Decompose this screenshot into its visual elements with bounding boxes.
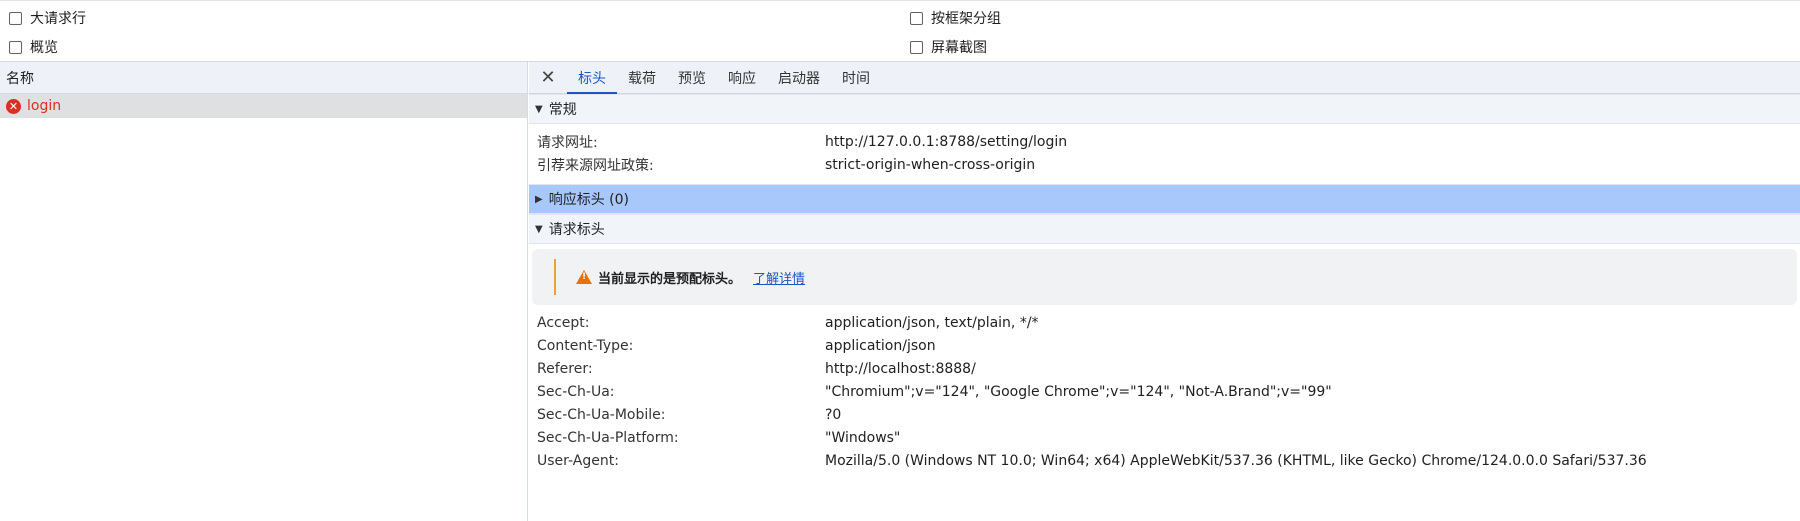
response-headers-title: 响应标头 (0) <box>548 192 629 208</box>
tab-payload[interactable]: 载荷 <box>617 62 667 93</box>
warning-text: 当前显示的是预配标头。 <box>598 271 742 287</box>
request-header-rows: Accept: application/json, text/plain, */… <box>529 311 1800 472</box>
header-key: User-Agent: <box>537 452 619 469</box>
tab-initiator[interactable]: 启动器 <box>767 62 831 93</box>
header-key: 引荐来源网址政策: <box>537 157 654 174</box>
triangle-right-icon: ▶ <box>535 193 543 205</box>
header-key: Sec-Ch-Ua-Platform: <box>537 429 679 446</box>
tab-preview[interactable]: 预览 <box>667 62 717 93</box>
request-headers-title: 请求标头 <box>548 222 605 238</box>
request-headers-section-header[interactable]: ▼ 请求标头 <box>529 214 1800 244</box>
header-value: "Windows" <box>825 429 901 446</box>
tab-headers[interactable]: 标头 <box>567 62 617 94</box>
group-by-frame-option[interactable]: 按框架分组 <box>910 8 1001 28</box>
header-key: Sec-Ch-Ua: <box>537 383 615 400</box>
header-key: 请求网址: <box>537 134 598 151</box>
triangle-down-icon: ▼ <box>535 223 543 235</box>
header-key: Referer: <box>537 360 593 377</box>
tab-payload-label: 载荷 <box>628 70 656 87</box>
overview-option[interactable]: 概览 <box>9 37 58 57</box>
general-row: 引荐来源网址政策: strict-origin-when-cross-origi… <box>529 153 1800 176</box>
warning-icon <box>576 270 592 284</box>
name-column-header[interactable]: 名称 <box>0 62 527 94</box>
request-headers-body: 当前显示的是预配标头。 了解详情 Accept: application/jso… <box>529 249 1800 472</box>
request-name: login <box>27 98 62 114</box>
header-value: application/json, text/plain, */* <box>825 314 1039 331</box>
general-section-body: 请求网址: http://127.0.0.1:8788/setting/logi… <box>529 124 1800 184</box>
provisional-headers-warning: 当前显示的是预配标头。 了解详情 <box>532 249 1797 305</box>
header-value: http://127.0.0.1:8788/setting/login <box>825 133 1068 150</box>
header-value: application/json <box>825 337 936 354</box>
request-header-row: Referer: http://localhost:8888/ <box>529 357 1800 380</box>
tab-preview-label: 预览 <box>678 70 706 87</box>
response-headers-section-header[interactable]: ▶ 响应标头 (0) <box>529 184 1800 214</box>
screenshots-option[interactable]: 屏幕截图 <box>910 37 987 57</box>
request-header-row: Sec-Ch-Ua-Mobile: ?0 <box>529 403 1800 426</box>
general-section-title: 常规 <box>548 102 577 118</box>
learn-more-link[interactable]: 了解详情 <box>753 268 805 287</box>
close-icon[interactable]: ✕ <box>529 62 567 93</box>
name-column-label: 名称 <box>6 70 34 87</box>
request-details-panel: ✕ 标头 载荷 预览 响应 启动器 时间 ▼ 常规 请求网址: http://1… <box>529 62 1800 521</box>
request-list-panel: 名称 ✕ login <box>0 62 528 521</box>
warning-accent-bar <box>554 259 556 295</box>
request-header-row: Accept: application/json, text/plain, */… <box>529 311 1800 334</box>
group-by-frame-label: 按框架分组 <box>931 11 1001 27</box>
request-header-row: Content-Type: application/json <box>529 334 1800 357</box>
header-value: "Chromium";v="124", "Google Chrome";v="1… <box>825 383 1332 400</box>
big-request-rows-option[interactable]: 大请求行 <box>9 8 86 28</box>
tab-timing-label: 时间 <box>842 70 870 87</box>
triangle-down-icon: ▼ <box>535 103 543 115</box>
request-row-login[interactable]: ✕ login <box>0 94 527 118</box>
header-key: Sec-Ch-Ua-Mobile: <box>537 406 666 423</box>
header-value: Mozilla/5.0 (Windows NT 10.0; Win64; x64… <box>825 452 1647 469</box>
tab-response[interactable]: 响应 <box>717 62 767 93</box>
screenshots-label: 屏幕截图 <box>931 40 987 56</box>
overview-checkbox[interactable] <box>9 40 22 54</box>
general-section-header[interactable]: ▼ 常规 <box>529 94 1800 124</box>
tab-timing[interactable]: 时间 <box>831 62 881 93</box>
big-request-rows-label: 大请求行 <box>30 11 86 27</box>
error-icon: ✕ <box>6 98 21 114</box>
network-options: 大请求行 按框架分组 概览 屏幕截图 <box>0 0 1800 62</box>
header-key: Content-Type: <box>537 337 634 354</box>
overview-label: 概览 <box>30 40 58 56</box>
tab-initiator-label: 启动器 <box>778 70 820 87</box>
header-value: strict-origin-when-cross-origin <box>825 156 1036 173</box>
request-header-row: User-Agent: Mozilla/5.0 (Windows NT 10.0… <box>529 449 1800 472</box>
screenshots-checkbox[interactable] <box>910 40 923 54</box>
header-value: http://localhost:8888/ <box>825 360 976 377</box>
general-row: 请求网址: http://127.0.0.1:8788/setting/logi… <box>529 130 1800 153</box>
tab-headers-label: 标头 <box>578 70 606 87</box>
request-header-row: Sec-Ch-Ua: "Chromium";v="124", "Google C… <box>529 380 1800 403</box>
header-value: ?0 <box>825 406 842 423</box>
request-header-row: Sec-Ch-Ua-Platform: "Windows" <box>529 426 1800 449</box>
details-tabbar: ✕ 标头 载荷 预览 响应 启动器 时间 <box>529 62 1800 94</box>
tab-response-label: 响应 <box>728 70 756 87</box>
group-by-frame-checkbox[interactable] <box>910 11 923 25</box>
header-key: Accept: <box>537 314 590 331</box>
big-request-rows-checkbox[interactable] <box>9 11 22 25</box>
